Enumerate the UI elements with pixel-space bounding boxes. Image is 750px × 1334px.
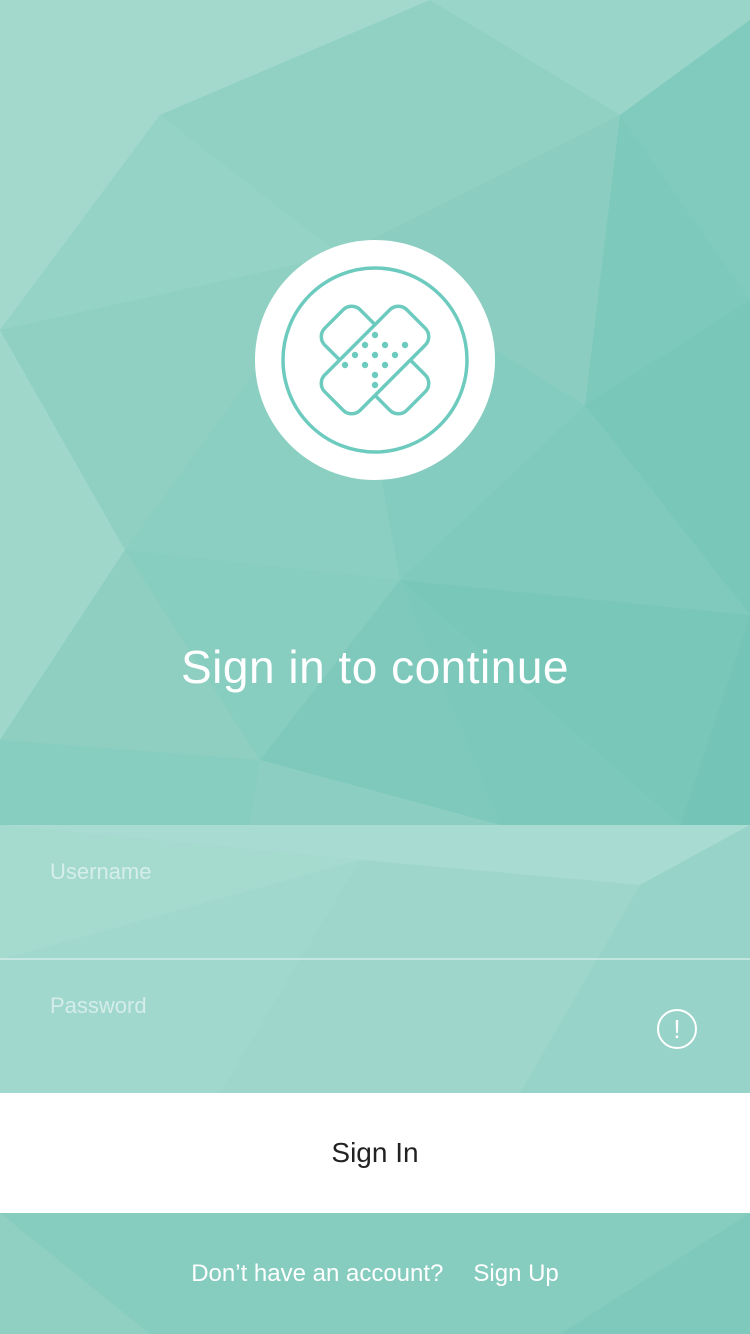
sign-in-button[interactable]: Sign In [0, 1093, 750, 1213]
bandage-icon [281, 266, 469, 454]
username-input[interactable] [50, 855, 610, 889]
alert-symbol: ! [673, 1014, 681, 1044]
login-form: ! [0, 825, 750, 1093]
signup-prompt: Don’t have an account? Sign Up [0, 1213, 750, 1334]
sign-up-link[interactable]: Sign Up [473, 1260, 558, 1288]
alert-icon[interactable]: ! [657, 1009, 697, 1049]
page-title: Sign in to continue [181, 641, 569, 693]
password-input[interactable] [50, 989, 610, 1023]
logo-badge [255, 240, 495, 480]
no-account-text: Don’t have an account? [191, 1259, 444, 1287]
password-row: ! [0, 959, 750, 1093]
login-screen: Sign in to continue ! Sign In Don’t have… [0, 0, 750, 1334]
username-row [0, 825, 750, 960]
